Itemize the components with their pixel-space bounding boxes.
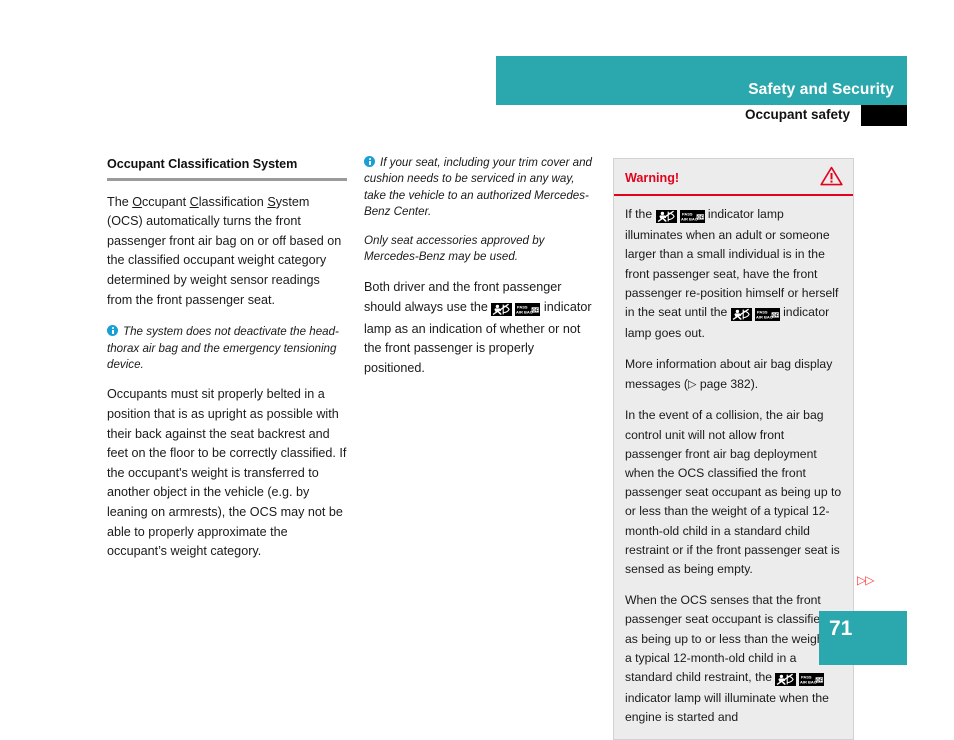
- left-note-1-text: The system does not deactivate the head-…: [107, 325, 339, 371]
- continuation-arrows-icon: ▷▷: [857, 573, 874, 587]
- lp1-b: lassification: [198, 194, 268, 209]
- section-subtitle: Occupant safety: [744, 107, 850, 122]
- pass-air-bag-off-icon: PASS AIR BAG OFF: [754, 308, 780, 322]
- lp1-u3: S: [267, 194, 276, 209]
- header-band: Safety and Security: [496, 56, 907, 105]
- indicator-lamp-pair: PASS AIR BAG OFF: [491, 300, 541, 320]
- header-subtitle-row: Occupant safety: [496, 105, 907, 126]
- middle-note-2: Only seat accessories approved by Merced…: [364, 233, 545, 264]
- wp1-pre: If the: [625, 207, 656, 221]
- lp1-u1: O: [132, 194, 142, 209]
- left-paragraph-1: The Occupant Classification System (OCS)…: [107, 193, 347, 311]
- info-icon: [364, 156, 375, 167]
- warning-paragraph-3: In the event of a collision, the air bag…: [625, 408, 842, 576]
- svg-text:AIR BAG: AIR BAG: [516, 310, 533, 315]
- child-seat-airbag-off-icon: [655, 210, 677, 224]
- indicator-lamp-pair: PASS AIR BAG OFF: [655, 207, 705, 226]
- svg-text:OFF: OFF: [772, 313, 780, 318]
- svg-text:OFF: OFF: [697, 215, 705, 220]
- page-title: Safety and Security: [748, 81, 894, 98]
- chapter-tab-marker: [861, 105, 907, 126]
- child-seat-airbag-off-icon: [491, 303, 513, 317]
- svg-text:AIR BAG: AIR BAG: [756, 315, 773, 320]
- warning-header: Warning!: [614, 159, 853, 196]
- indicator-lamp-pair: PASS AIR BAG OFF: [775, 670, 825, 689]
- page-number-box: 71: [819, 611, 907, 665]
- svg-text:AIR BAG: AIR BAG: [681, 217, 698, 222]
- warning-paragraph-2: More information about air bag display m…: [625, 355, 842, 394]
- left-note-1: The system does not deactivate the head-…: [107, 324, 347, 373]
- svg-text:AIR BAG: AIR BAG: [800, 680, 817, 685]
- pass-air-bag-off-icon: PASS AIR BAG OFF: [515, 303, 541, 317]
- child-seat-airbag-off-icon: [730, 308, 752, 322]
- middle-column: If your seat, including your trim cover …: [364, 155, 596, 378]
- warning-box: Warning! If the PASS AIR BAG OFF indicator…: [613, 158, 854, 740]
- svg-text:OFF: OFF: [817, 678, 825, 683]
- middle-note-1: If your seat, including your trim cover …: [364, 155, 596, 221]
- info-icon: [107, 325, 118, 337]
- left-paragraph-2: Occupants must sit properly belted in a …: [107, 387, 347, 559]
- lp1-a: ccupant: [142, 194, 190, 209]
- pass-air-bag-off-icon: PASS AIR BAG OFF: [679, 210, 705, 224]
- lp1-pre: The: [107, 194, 133, 209]
- page-number: 71: [829, 617, 853, 640]
- middle-note-1-text: If your seat, including your trim cover …: [364, 156, 593, 219]
- pass-air-bag-off-icon: PASS AIR BAG OFF: [799, 673, 825, 687]
- warning-body: If the PASS AIR BAG OFF indicator lamp ill…: [614, 196, 853, 739]
- wp4-post: indicator lamp will illuminate when the …: [625, 691, 829, 725]
- page-heading: Occupant Classification System: [107, 157, 298, 171]
- warning-paragraph-4: When the OCS senses that the front passe…: [625, 591, 842, 727]
- svg-text:OFF: OFF: [533, 308, 541, 313]
- child-seat-airbag-off-icon: [775, 673, 797, 687]
- wp2-post: page 382).: [696, 376, 759, 391]
- lp1-u2: C: [189, 194, 199, 209]
- warning-title: Warning!: [625, 171, 680, 185]
- warning-paragraph-1: If the PASS AIR BAG OFF indicator lamp ill…: [625, 205, 842, 343]
- middle-paragraph-1: Both driver and the front passenger shou…: [364, 278, 596, 378]
- indicator-lamp-pair: PASS AIR BAG OFF: [730, 305, 780, 324]
- warning-triangle-icon: [820, 166, 843, 191]
- heading-divider: [107, 177, 347, 181]
- left-column: Occupant Classification System The Occup…: [107, 155, 347, 562]
- lp1-c: ystem (OCS) automatically turns the fron…: [107, 194, 342, 307]
